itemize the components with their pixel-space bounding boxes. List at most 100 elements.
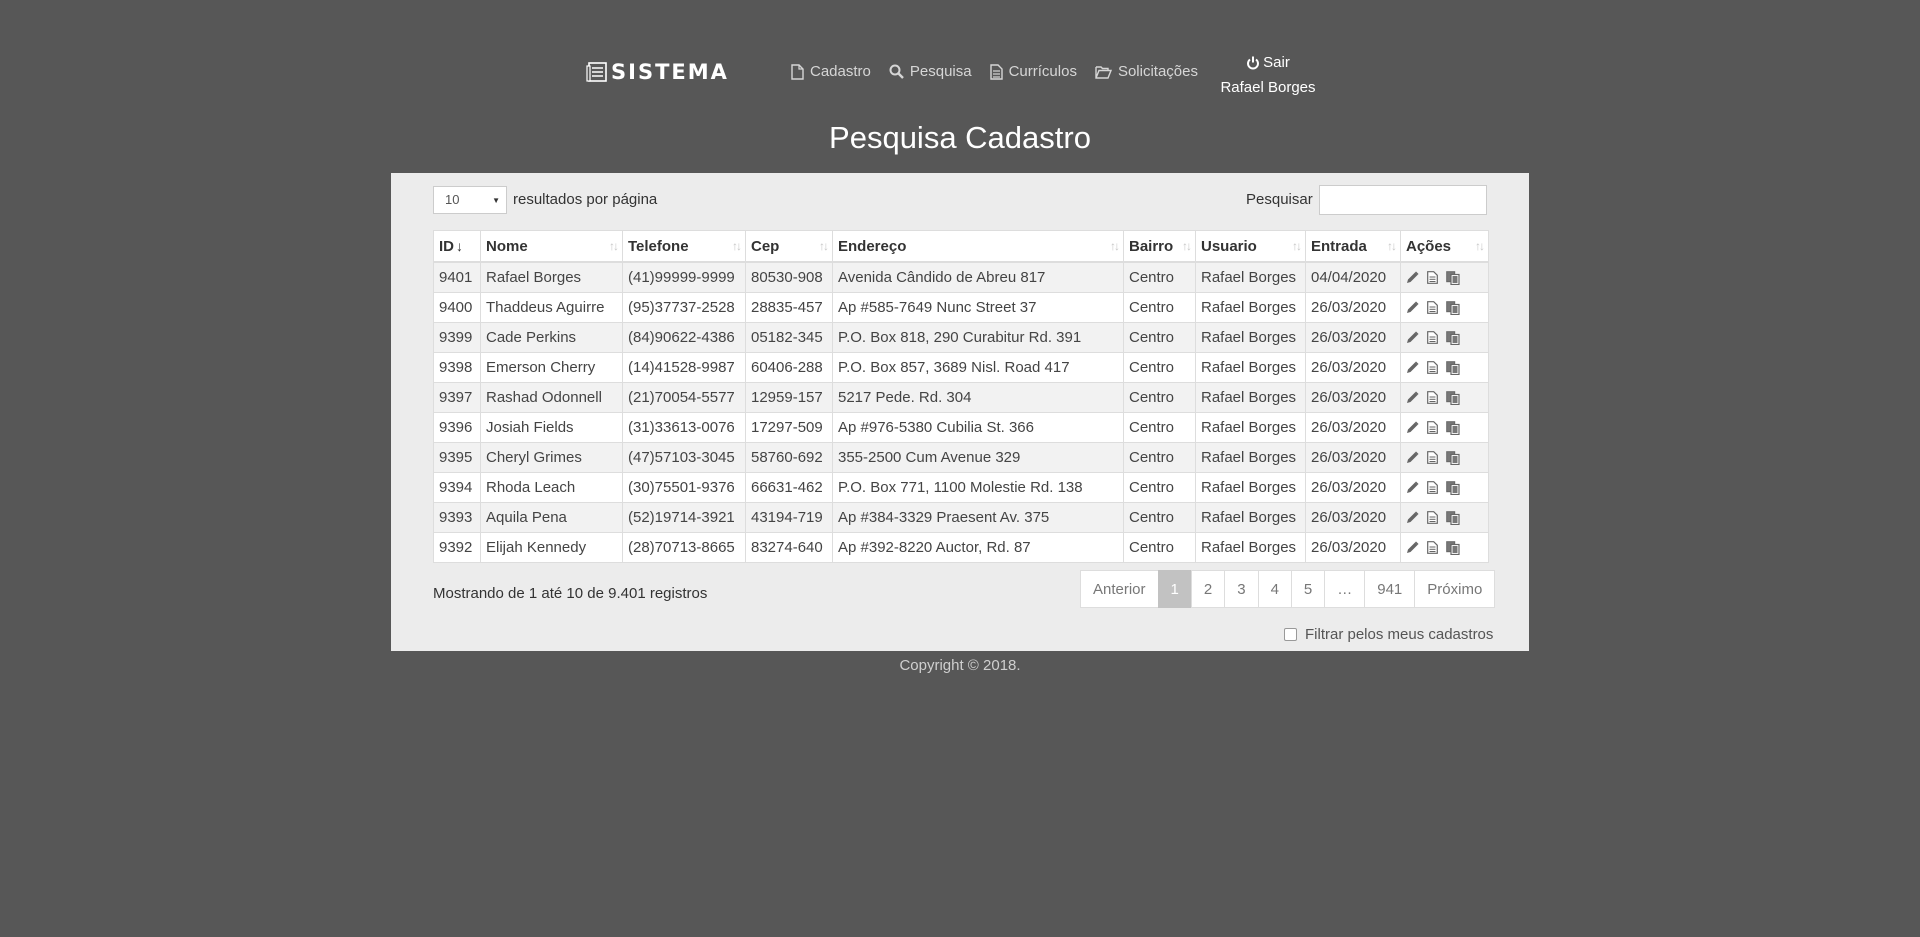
cell-telefone: (41)99999-9999 — [622, 261, 746, 293]
pencil-icon[interactable] — [1406, 541, 1419, 554]
cell-endereco: P.O. Box 771, 1100 Molestie Rd. 138 — [832, 472, 1124, 503]
search-input[interactable] — [1319, 185, 1487, 215]
cell-id: 9399 — [433, 322, 481, 353]
logout-link[interactable]: Sair — [1206, 50, 1330, 75]
nav-item-curriculos[interactable]: Currículos — [989, 63, 1077, 80]
nav-item-cadastro[interactable]: Cadastro — [791, 63, 871, 80]
page-length-select[interactable]: 10 ▼ — [433, 186, 507, 214]
cell-id: 9401 — [433, 261, 481, 293]
pagination-next[interactable]: Próximo — [1414, 570, 1496, 608]
pagination-previous[interactable]: Anterior — [1080, 570, 1159, 608]
cell-telefone: (28)70713-8665 — [622, 532, 746, 563]
copy-icon[interactable] — [1446, 270, 1460, 285]
column-header-label: Entrada — [1311, 237, 1367, 255]
document-icon[interactable] — [1427, 271, 1438, 284]
document-icon[interactable] — [1427, 421, 1438, 434]
pagination: Anterior 1 2 3 4 5 … 941 Próximo — [1080, 570, 1496, 608]
cell-cep: 58760-692 — [745, 442, 833, 473]
user-box: Sair Rafael Borges — [1206, 50, 1330, 100]
pagination-page[interactable]: 1 — [1157, 570, 1192, 608]
cell-cep: 80530-908 — [745, 261, 833, 293]
document-icon[interactable] — [1427, 451, 1438, 464]
sort-icon: ↑↓ — [819, 239, 829, 253]
cell-usuario: Rafael Borges — [1195, 412, 1306, 443]
brand[interactable]: SISTEMA — [586, 60, 729, 84]
table-row: 9401 Rafael Borges (41)99999-9999 80530-908… — [433, 261, 1489, 293]
copy-icon[interactable] — [1446, 390, 1460, 405]
copy-icon[interactable] — [1446, 510, 1460, 525]
column-header-cep[interactable]: Cep ↑↓ — [745, 230, 833, 263]
copy-icon[interactable] — [1446, 540, 1460, 555]
pagination-page[interactable]: 2 — [1190, 570, 1226, 608]
pencil-icon[interactable] — [1406, 271, 1419, 284]
pencil-icon[interactable] — [1406, 481, 1419, 494]
cell-entrada: 26/03/2020 — [1305, 442, 1401, 473]
pencil-icon[interactable] — [1406, 451, 1419, 464]
column-header-telefone[interactable]: Telefone ↑↓ — [622, 230, 746, 263]
cell-entrada: 26/03/2020 — [1305, 472, 1401, 503]
document-icon[interactable] — [1427, 481, 1438, 494]
cell-usuario: Rafael Borges — [1195, 322, 1306, 353]
page-length-value: 10 — [445, 192, 460, 207]
document-icon[interactable] — [1427, 301, 1438, 314]
copy-icon[interactable] — [1446, 300, 1460, 315]
column-header-id[interactable]: ID ↓ — [433, 230, 481, 263]
copy-icon[interactable] — [1446, 330, 1460, 345]
cell-usuario: Rafael Borges — [1195, 352, 1306, 383]
document-icon[interactable] — [1427, 541, 1438, 554]
copy-icon[interactable] — [1446, 420, 1460, 435]
pagination-page[interactable]: 941 — [1364, 570, 1416, 608]
pagination-page[interactable]: 3 — [1224, 570, 1259, 608]
cell-usuario: Rafael Borges — [1195, 472, 1306, 503]
pencil-icon[interactable] — [1406, 391, 1419, 404]
cell-usuario: Rafael Borges — [1195, 261, 1306, 293]
column-header-usuario[interactable]: Usuario ↑↓ — [1195, 230, 1306, 263]
cell-id: 9396 — [433, 412, 481, 443]
cell-bairro: Centro — [1123, 442, 1196, 473]
pencil-icon[interactable] — [1406, 301, 1419, 314]
column-header-bairro[interactable]: Bairro ↑↓ — [1123, 230, 1196, 263]
pencil-icon[interactable] — [1406, 361, 1419, 374]
column-header-nome[interactable]: Nome ↑↓ — [480, 230, 623, 263]
cell-acoes — [1400, 261, 1489, 293]
copy-icon[interactable] — [1446, 480, 1460, 495]
column-header-endereco[interactable]: Endereço ↑↓ — [832, 230, 1124, 263]
cell-cep: 66631-462 — [745, 472, 833, 503]
copy-icon[interactable] — [1446, 360, 1460, 375]
pagination-ellipsis: … — [1324, 570, 1366, 608]
copy-icon[interactable] — [1446, 450, 1460, 465]
column-header-label: Usuario — [1201, 237, 1257, 255]
nav-label: Currículos — [1008, 63, 1077, 80]
cell-telefone: (52)19714-3921 — [622, 502, 746, 533]
cell-usuario: Rafael Borges — [1195, 382, 1306, 413]
table-row: 9399 Cade Perkins (84)90622-4386 05182-345 P… — [433, 322, 1489, 353]
cell-cep: 83274-640 — [745, 532, 833, 563]
pencil-icon[interactable] — [1406, 511, 1419, 524]
folder-open-icon — [1095, 65, 1112, 79]
cell-bairro: Centro — [1123, 472, 1196, 503]
document-icon[interactable] — [1427, 331, 1438, 344]
nav-item-pesquisa[interactable]: Pesquisa — [889, 63, 972, 80]
pagination-page[interactable]: 4 — [1257, 570, 1292, 608]
document-icon[interactable] — [1427, 361, 1438, 374]
document-icon[interactable] — [1427, 391, 1438, 404]
column-header-acoes[interactable]: Ações ↑↓ — [1400, 230, 1489, 263]
cell-nome: Cade Perkins — [480, 322, 623, 353]
pagination-page[interactable]: 5 — [1290, 570, 1326, 608]
cell-entrada: 26/03/2020 — [1305, 502, 1401, 533]
cell-endereco: 355-2500 Cum Avenue 329 — [832, 442, 1124, 473]
filter-label: Filtrar pelos meus cadastros — [1305, 626, 1494, 643]
pencil-icon[interactable] — [1406, 421, 1419, 434]
cell-endereco: Ap #392-8220 Auctor, Rd. 87 — [832, 532, 1124, 563]
cell-acoes — [1400, 442, 1489, 473]
column-header-label: Telefone — [628, 237, 689, 255]
document-icon[interactable] — [1427, 511, 1438, 524]
column-header-entrada[interactable]: Entrada ↑↓ — [1305, 230, 1401, 263]
cell-nome: Elijah Kennedy — [480, 532, 623, 563]
cell-endereco: Ap #585-7649 Nunc Street 37 — [832, 292, 1124, 323]
cell-endereco: Avenida Cândido de Abreu 817 — [832, 261, 1124, 293]
cell-telefone: (14)41528-9987 — [622, 352, 746, 383]
nav-item-solicitacoes[interactable]: Solicitações — [1095, 63, 1198, 80]
filter-checkbox[interactable] — [1284, 628, 1297, 641]
pencil-icon[interactable] — [1406, 331, 1419, 344]
